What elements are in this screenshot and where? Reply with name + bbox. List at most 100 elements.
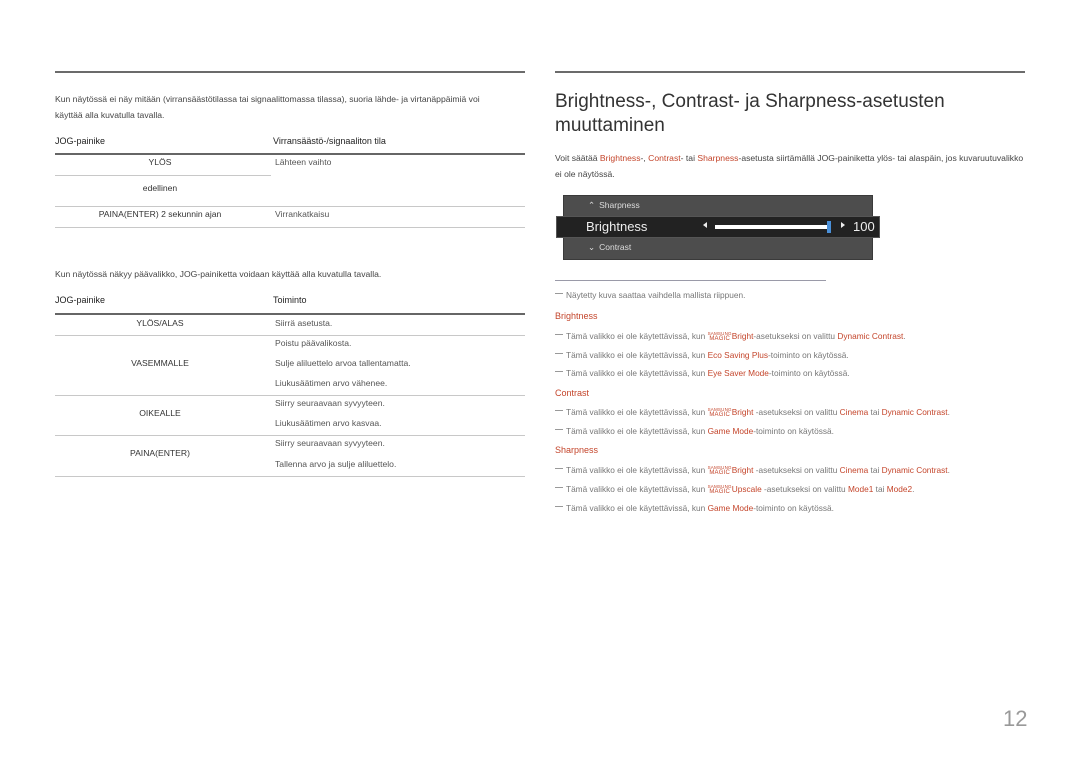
table2-row-action: Poistu päävalikosta. [275,338,352,348]
note-text: -asetukseksi on valittu [753,331,838,341]
samsung-magic-logo: SAMSUNG MAGIC [707,330,732,342]
samsung-magic-logo: SAMSUNG MAGIC [707,406,732,418]
contrast-note: Tämä valikko ei ole käytettävissä, kun S… [555,407,950,418]
samsung-magic-logo: SAMSUNG MAGIC [707,483,732,495]
table2-row-action: Sulje aliluettelo arvoa tallentamatta. [275,358,411,368]
note-text: -toiminto on käytössä. [768,350,849,360]
term-game-mode: Game Mode [707,426,754,436]
table2-row-divider [55,335,525,336]
osd-above-label: Sharpness [599,200,640,210]
note-dash-icon [555,468,563,469]
intro-osd: Voit säätää Brightness-, Contrast- tai S… [555,150,1027,182]
table2-row-button: PAINA(ENTER) [129,448,190,458]
osd-above-item: ⌃ Sharpness [588,200,640,211]
table1-row-divider [55,175,271,176]
table2-row-action: Siirrä asetusta. [275,318,333,328]
note-dash-icon [555,293,563,294]
sharpness-heading: Sharpness [555,445,599,455]
osd-below-label: Contrast [599,242,632,252]
osd-slider-thumb[interactable] [827,221,831,233]
table2-row-action: Liukusäätimen arvo kasvaa. [275,418,382,428]
term-upscale: Upscale [731,484,762,494]
table1-row-button: PAINA(ENTER) 2 sekunnin ajan [98,209,222,219]
term-contrast: Contrast [648,153,681,163]
note-text: -asetukseksi on valittu [753,407,840,417]
table1-header-state: Virransäästö-/signaaliton tila [273,136,386,146]
table1-row-action: Lähteen vaihto [275,157,332,167]
table2-bottom-rule [55,476,525,477]
table2-header-button: JOG-painike [55,295,106,305]
note-text: Tämä valikko ei ole käytettävissä, kun [566,503,708,513]
note-dash-icon [555,506,563,507]
osd-current-label: Brightness [586,219,648,234]
slider-right-arrow-icon[interactable] [841,222,845,228]
table2-row-action: Tallenna arvo ja sulje aliluettelo. [275,459,397,469]
intro-power-saving: Kun näytössä ei näy mitään (virransäästö… [55,94,480,120]
table2-header-rule [55,313,525,315]
brightness-heading: Brightness [555,311,598,321]
brightness-note: Tämä valikko ei ole käytettävissä, kun E… [555,350,849,360]
brightness-note: Tämä valikko ei ole käytettävissä, kun E… [555,368,850,378]
table1-header-rule [55,153,525,155]
note-text: -asetukseksi on valittu [761,484,848,494]
term-cinema: Cinema [839,465,869,475]
note-dash-icon [555,334,563,335]
table1-row-button: edellinen [142,183,178,193]
table1-bottom-rule [55,227,525,228]
term-dynamic-contrast: Dynamic Contrast [881,407,948,417]
chevron-up-icon: ⌃ [588,200,596,210]
osd-slider-track[interactable] [715,221,831,233]
note-text: Tämä valikko ei ole käytettävissä, kun [566,407,708,417]
note-text: Tämä valikko ei ole käytettävissä, kun [566,331,708,341]
table2-header-function: Toiminto [273,295,307,305]
osd-slider-fill [715,225,827,229]
sharpness-note: Tämä valikko ei ole käytettävissä, kun G… [555,503,834,513]
table2-row-divider [55,395,525,396]
brightness-note: Tämä valikko ei ole käytettävissä, kun S… [555,331,906,342]
page-number: 12 [1003,706,1028,731]
note-text: -toiminto on käytössä. [753,426,834,436]
term-dynamic-contrast: Dynamic Contrast [881,465,948,475]
osd-below-item: ⌄ Contrast [588,242,631,253]
note-text: tai [868,407,882,417]
note-text: Tämä valikko ei ole käytettävissä, kun [566,484,708,494]
table1-row-divider [55,206,525,207]
osd-current-item: Brightness 100 [556,216,880,238]
intro-main-menu: Kun näytössä näkyy päävalikko, JOG-paini… [55,269,382,279]
note-text: Tämä valikko ei ole käytettävissä, kun [566,426,708,436]
note-text: -toiminto on käytössä. [768,368,850,378]
term-brightness: Brightness [599,153,641,163]
table1-header-button: JOG-painike [55,136,106,146]
note-general: Näytetty kuva saattaa vaihdella mallista… [555,290,745,300]
osd-value: 100 [853,219,875,234]
note-text: -asetukseksi on valittu [753,465,840,475]
note-text: Tämä valikko ei ole käytettävissä, kun [566,350,708,360]
table2-row-action: Liukusäätimen arvo vähenee. [275,378,388,388]
contrast-note: Tämä valikko ei ole käytettävissä, kun G… [555,426,834,436]
note-dash-icon [555,353,563,354]
osd-caption-rule [555,280,826,281]
intro-text: Voit säätää [555,153,600,163]
note-text: -toiminto on käytössä. [753,503,834,513]
slider-left-arrow-icon[interactable] [703,222,707,228]
note-dash-icon [555,429,563,430]
sharpness-note: Tämä valikko ei ole käytettävissä, kun S… [555,484,914,495]
term-bright: Bright [731,407,754,417]
term-game-mode: Game Mode [707,503,754,513]
intro-text: - tai [680,153,698,163]
note-dash-icon [555,371,563,372]
term-eye-saver-mode: Eye Saver Mode [707,368,769,378]
sharpness-note: Tämä valikko ei ole käytettävissä, kun S… [555,465,950,476]
left-top-rule [55,71,525,73]
term-sharpness: Sharpness [697,153,739,163]
term-cinema: Cinema [839,407,869,417]
note-text: Tämä valikko ei ole käytettävissä, kun [566,368,708,378]
note-text: . [912,484,915,494]
note-dash-icon [555,487,563,488]
table2-row-button: VASEMMALLE [131,358,189,368]
table1-row-button: YLÖS [148,157,172,167]
note-text: . [903,331,906,341]
term-eco-saving-plus: Eco Saving Plus [707,350,768,360]
table2-row-button: YLÖS/ALAS [136,318,184,328]
note-text: . [947,465,950,475]
